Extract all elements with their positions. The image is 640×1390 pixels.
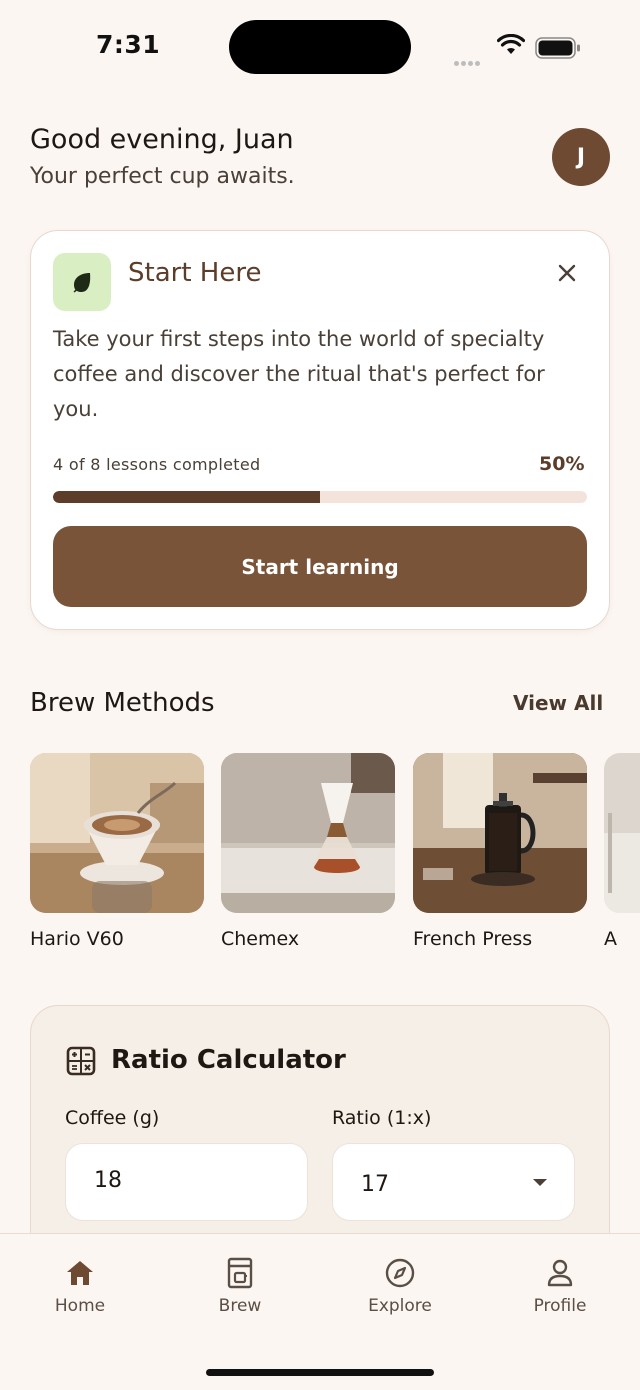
status-time: 7:31 xyxy=(96,30,161,59)
hario-v60-image xyxy=(30,753,204,913)
nav-label-home: Home xyxy=(54,1296,106,1316)
coffee-maker-icon xyxy=(227,1257,253,1289)
ratio-select[interactable]: 17 xyxy=(332,1143,575,1221)
start-card-description: Take your first steps into the world of … xyxy=(53,327,545,421)
brew-label-french-press: French Press xyxy=(413,928,533,950)
coffee-field-container xyxy=(65,1143,308,1221)
brew-card-french-press[interactable] xyxy=(413,753,587,913)
brew-partial-image xyxy=(604,753,640,913)
home-indicator xyxy=(206,1369,434,1376)
close-icon xyxy=(558,264,576,282)
nav-item-explore[interactable]: Explore xyxy=(340,1256,460,1316)
brew-methods-title: Brew Methods xyxy=(30,688,215,718)
compass-icon xyxy=(385,1258,415,1288)
nav-item-brew[interactable]: Brew xyxy=(180,1256,300,1316)
coffee-label: Coffee (g) xyxy=(65,1107,160,1129)
brew-label-hario-v60: Hario V60 xyxy=(30,928,124,950)
french-press-image xyxy=(413,753,587,913)
close-button[interactable] xyxy=(553,259,581,287)
brew-card-hario-v60[interactable] xyxy=(30,753,204,913)
avatar[interactable]: J xyxy=(552,128,610,186)
ratio-label: Ratio (1:x) xyxy=(332,1107,432,1129)
brew-label-partial: A xyxy=(604,928,617,950)
person-icon xyxy=(547,1259,573,1287)
home-icon xyxy=(67,1261,93,1285)
start-learning-button[interactable]: Start learning xyxy=(53,526,587,607)
wifi-icon xyxy=(496,33,526,60)
dynamic-island xyxy=(229,20,411,74)
ratio-calculator-title: Ratio Calculator xyxy=(111,1045,346,1075)
leaf-icon xyxy=(73,273,91,293)
nav-label-brew: Brew xyxy=(218,1296,262,1316)
brew-card-partial[interactable] xyxy=(604,753,640,913)
progress-label: 4 of 8 lessons completed xyxy=(53,455,261,474)
ratio-select-value: 17 xyxy=(361,1172,389,1197)
leaf-icon-container xyxy=(53,253,111,311)
nav-item-home[interactable]: Home xyxy=(20,1256,140,1316)
start-card-title: Start Here xyxy=(128,258,262,288)
view-all-link[interactable]: View All xyxy=(513,691,603,715)
dropdown-caret-icon xyxy=(533,1179,547,1186)
nav-label-profile: Profile xyxy=(533,1296,587,1316)
chemex-image xyxy=(221,753,395,913)
calculator-icon xyxy=(66,1046,96,1080)
progress-bar xyxy=(53,491,587,503)
coffee-grams-input[interactable] xyxy=(94,1168,274,1193)
progress-percent: 50% xyxy=(539,453,585,475)
nav-label-explore: Explore xyxy=(368,1296,432,1316)
battery-icon xyxy=(535,37,581,63)
cellular-signal-icon xyxy=(454,51,482,70)
greeting-subtitle: Your perfect cup awaits. xyxy=(30,164,295,189)
brew-card-chemex[interactable] xyxy=(221,753,395,913)
progress-bar-fill xyxy=(53,491,320,503)
greeting-title: Good evening, Juan xyxy=(30,124,294,155)
brew-label-chemex: Chemex xyxy=(221,928,300,950)
nav-item-profile[interactable]: Profile xyxy=(500,1256,620,1316)
